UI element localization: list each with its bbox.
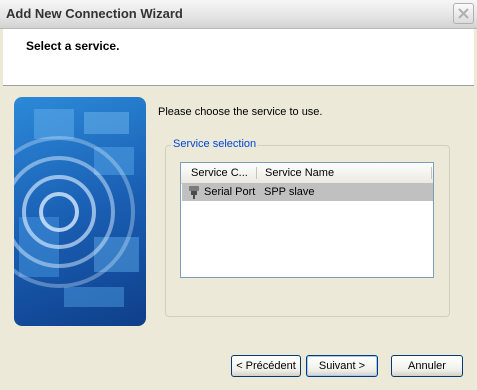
window-title: Add New Connection Wizard (6, 6, 183, 21)
close-icon (458, 8, 469, 19)
back-button[interactable]: < Précédent (231, 355, 301, 377)
close-button[interactable] (453, 3, 474, 24)
list-header: Service C... Service Name (181, 163, 433, 184)
column-divider[interactable] (431, 167, 432, 179)
service-class-cell: Serial Port (204, 186, 256, 198)
title-bar[interactable]: Add New Connection Wizard (0, 0, 477, 29)
instruction-text: Please choose the service to use. (158, 106, 323, 118)
group-label: Service selection (171, 138, 259, 150)
wizard-header: Select a service. (3, 29, 474, 86)
header-title: Select a service. (26, 39, 120, 53)
service-list[interactable]: Service C... Service Name Serial Port SP… (180, 162, 434, 278)
column-header-service-name[interactable]: Service Name (265, 163, 334, 183)
serial-port-icon (188, 185, 200, 202)
wizard-illustration (14, 97, 146, 326)
next-button[interactable]: Suivant > (306, 355, 378, 377)
service-name-cell: SPP slave (264, 186, 315, 198)
column-divider[interactable] (256, 167, 257, 179)
column-header-service-class[interactable]: Service C... (191, 163, 248, 183)
cancel-button[interactable]: Annuler (391, 355, 463, 377)
list-item[interactable]: Serial Port SPP slave (182, 183, 433, 201)
